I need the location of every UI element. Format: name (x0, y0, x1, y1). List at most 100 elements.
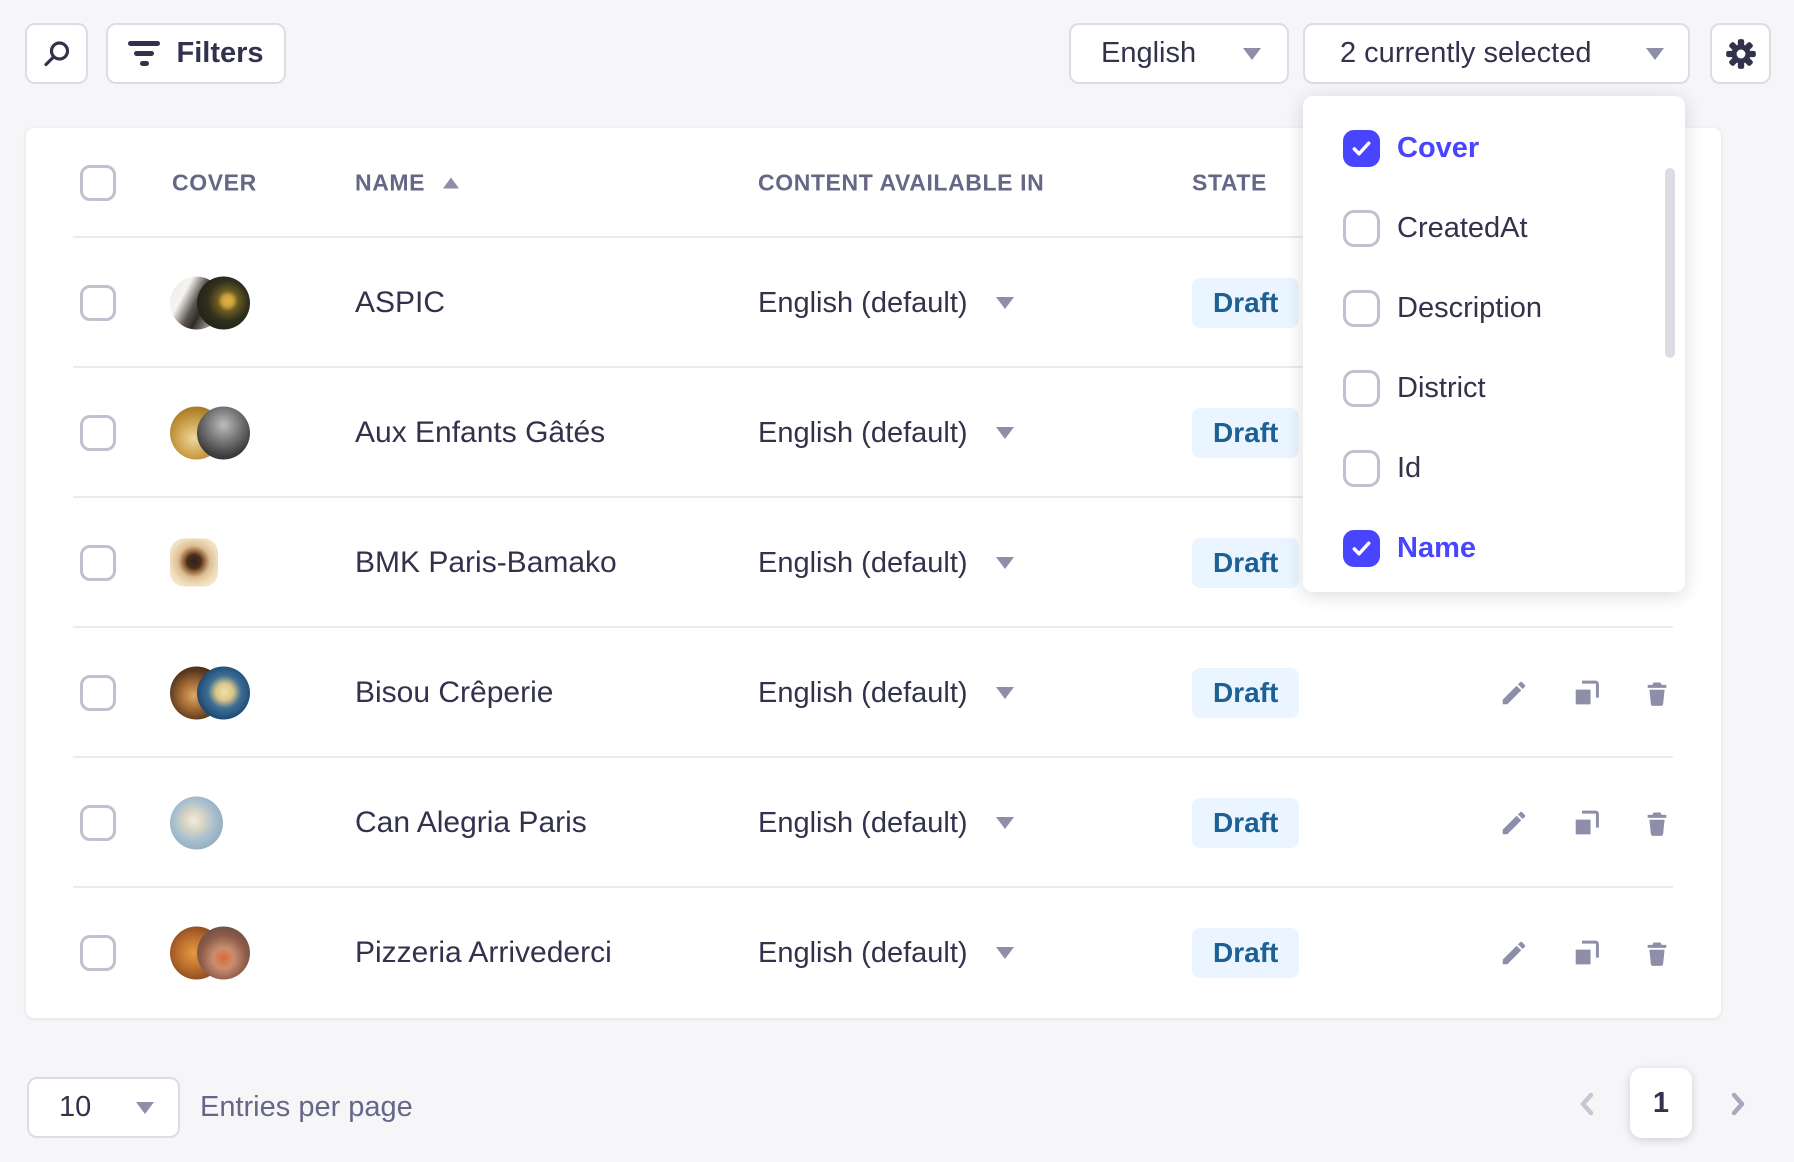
check-icon (1350, 137, 1373, 160)
row-checkbox[interactable] (80, 805, 116, 841)
chevron-down-icon (996, 557, 1014, 569)
column-option-checkbox[interactable] (1343, 450, 1380, 487)
chevron-right-icon (1727, 1089, 1749, 1119)
entries-per-page-label: Entries per page (200, 1077, 413, 1138)
row-language-value: English (default) (758, 677, 968, 710)
page-1-button[interactable]: 1 (1630, 1068, 1692, 1138)
column-option-label: Cover (1397, 132, 1479, 165)
row-language-select[interactable]: English (default) (758, 238, 1014, 368)
chevron-down-icon (1646, 48, 1664, 60)
column-header-content-available-in[interactable]: CONTENT AVAILABLE IN (758, 170, 1044, 197)
row-name: Pizzeria Arrivederci (355, 888, 612, 1018)
column-option-checkbox[interactable] (1343, 130, 1380, 167)
column-header-state[interactable]: STATE (1192, 170, 1267, 197)
column-option-checkbox[interactable] (1343, 370, 1380, 407)
table-row: Can Alegria Paris English (default) Draf… (26, 758, 1721, 888)
dropdown-scrollbar[interactable] (1665, 168, 1675, 358)
column-option-checkbox[interactable] (1343, 210, 1380, 247)
sort-ascending-icon (443, 178, 459, 189)
chevron-down-icon (996, 817, 1014, 829)
edit-button[interactable] (1499, 808, 1529, 838)
row-name: Aux Enfants Gâtés (355, 368, 605, 498)
column-option[interactable]: Description (1303, 268, 1685, 348)
next-page-button[interactable] (1727, 1089, 1749, 1119)
chevron-left-icon (1576, 1089, 1598, 1119)
duplicate-button[interactable] (1570, 937, 1602, 969)
trash-icon (1643, 679, 1671, 707)
cover-image (170, 797, 223, 850)
cover-avatar (170, 277, 250, 330)
filters-button-label: Filters (176, 37, 263, 70)
settings-button[interactable] (1710, 23, 1771, 84)
trash-icon (1643, 809, 1671, 837)
row-actions (1499, 677, 1671, 709)
row-name: BMK Paris-Bamako (355, 498, 617, 628)
column-option-checkbox[interactable] (1343, 290, 1380, 327)
search-button[interactable] (25, 23, 88, 84)
edit-button[interactable] (1499, 938, 1529, 968)
chevron-down-icon (996, 297, 1014, 309)
edit-button[interactable] (1499, 678, 1529, 708)
row-checkbox[interactable] (80, 545, 116, 581)
row-name: Can Alegria Paris (355, 758, 587, 888)
row-language-value: English (default) (758, 417, 968, 450)
cover-image (170, 539, 218, 587)
row-language-select[interactable]: English (default) (758, 758, 1014, 888)
cover-image (197, 407, 250, 460)
select-all-checkbox[interactable] (80, 165, 116, 201)
row-language-value: English (default) (758, 937, 968, 970)
duplicate-button[interactable] (1570, 677, 1602, 709)
row-language-select[interactable]: English (default) (758, 888, 1014, 1018)
locale-select[interactable]: English (1069, 23, 1289, 84)
cover-image (197, 277, 250, 330)
chevron-down-icon (1243, 48, 1261, 60)
column-option[interactable]: Id (1303, 428, 1685, 508)
column-option[interactable]: Cover (1303, 108, 1685, 188)
column-header-name-label: NAME (355, 170, 425, 197)
duplicate-button[interactable] (1570, 807, 1602, 839)
delete-button[interactable] (1643, 809, 1671, 837)
column-option-label: Name (1397, 532, 1476, 565)
check-icon (1350, 537, 1373, 560)
trash-icon (1643, 939, 1671, 967)
column-option[interactable]: Name (1303, 508, 1685, 588)
row-checkbox[interactable] (80, 675, 116, 711)
table-row: Pizzeria Arrivederci English (default) D… (26, 888, 1721, 1018)
filters-button[interactable]: Filters (106, 23, 286, 84)
duplicate-icon (1570, 937, 1602, 969)
cover-avatar (170, 667, 250, 720)
column-option-checkbox[interactable] (1343, 530, 1380, 567)
cover-image (197, 667, 250, 720)
table-row: Bisou Crêperie English (default) Draft (26, 628, 1721, 758)
pencil-icon (1499, 808, 1529, 838)
column-option-label: CreatedAt (1397, 212, 1528, 245)
page-size-select[interactable]: 10 (27, 1077, 180, 1138)
status-badge: Draft (1192, 278, 1299, 328)
previous-page-button[interactable] (1576, 1089, 1598, 1119)
row-checkbox[interactable] (80, 415, 116, 451)
column-header-cover[interactable]: COVER (172, 170, 257, 197)
chevron-down-icon (996, 427, 1014, 439)
duplicate-icon (1570, 807, 1602, 839)
delete-button[interactable] (1643, 679, 1671, 707)
delete-button[interactable] (1643, 939, 1671, 967)
row-checkbox[interactable] (80, 285, 116, 321)
column-option[interactable]: District (1303, 348, 1685, 428)
columns-dropdown-panel: Cover CreatedAt Description District Id … (1303, 96, 1685, 592)
row-name: ASPIC (355, 238, 445, 368)
chevron-down-icon (996, 947, 1014, 959)
columns-dropdown-options: Cover CreatedAt Description District Id … (1303, 108, 1685, 588)
row-actions (1499, 937, 1671, 969)
column-option[interactable]: CreatedAt (1303, 188, 1685, 268)
row-language-select[interactable]: English (default) (758, 498, 1014, 628)
duplicate-icon (1570, 677, 1602, 709)
search-icon (42, 39, 72, 69)
row-language-select[interactable]: English (default) (758, 368, 1014, 498)
column-header-name[interactable]: NAME (355, 170, 459, 197)
row-language-value: English (default) (758, 547, 968, 580)
locale-select-value: English (1101, 37, 1196, 70)
columns-select[interactable]: 2 currently selected (1303, 23, 1690, 84)
row-actions (1499, 807, 1671, 839)
row-checkbox[interactable] (80, 935, 116, 971)
row-language-select[interactable]: English (default) (758, 628, 1014, 758)
